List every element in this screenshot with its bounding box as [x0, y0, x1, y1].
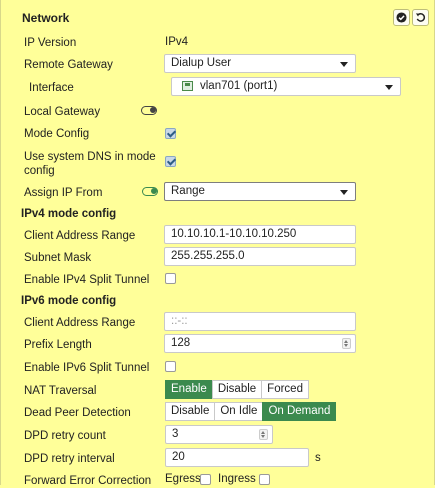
ipv4-split-tunnel-checkbox[interactable]	[165, 273, 176, 284]
dpd-on-idle-option[interactable]: On Idle	[214, 402, 264, 421]
local-gateway-label: Local Gateway	[24, 106, 101, 118]
prefix-length-label: Prefix Length	[24, 339, 92, 351]
assign-ip-from-value: Range	[171, 185, 205, 197]
dead-peer-detection-segmented: Disable On Idle On Demand	[165, 402, 337, 421]
remote-gateway-select[interactable]: Dialup User	[164, 54, 356, 73]
ipv6-split-tunnel-checkbox[interactable]	[165, 361, 176, 372]
dpd-retry-count-label: DPD retry count	[24, 430, 106, 442]
ipv6-section-title: IPv6 mode config	[21, 295, 117, 307]
dpd-disable-option[interactable]: Disable	[165, 402, 216, 421]
ipv4-split-tunnel-label: Enable IPv4 Split Tunnel	[24, 274, 150, 286]
prefix-length-value: 128	[171, 337, 191, 349]
use-system-dns-label-line2: config	[24, 165, 55, 177]
fec-ingress-checkbox[interactable]	[259, 474, 270, 485]
use-system-dns-checkbox[interactable]	[165, 156, 176, 167]
check-circle-icon	[396, 12, 407, 23]
fec-label: Forward Error Correction	[24, 475, 152, 487]
interface-label: Interface	[29, 82, 74, 94]
mode-config-checkbox[interactable]	[165, 128, 176, 139]
subnet-mask-label: Subnet Mask	[24, 252, 92, 264]
remote-gateway-value: Dialup User	[171, 57, 232, 69]
stepper-icon[interactable]	[259, 429, 268, 440]
fec-ingress-label: Ingress	[218, 473, 256, 485]
section-title-network: Network	[22, 11, 70, 25]
ipv6-client-range-label: Client Address Range	[24, 317, 136, 329]
nat-traversal-forced-option[interactable]: Forced	[261, 380, 309, 399]
undo-button[interactable]	[412, 9, 429, 26]
ip-version-label: IP Version	[24, 37, 77, 49]
fec-egress-label: Egress	[165, 473, 201, 485]
nat-traversal-enable-option[interactable]: Enable	[165, 380, 213, 399]
nat-traversal-label: NAT Traversal	[24, 385, 97, 397]
interface-select[interactable]: vlan701 (port1)	[171, 77, 401, 96]
prefix-length-input[interactable]: 128	[164, 334, 356, 353]
assign-ip-from-select[interactable]: Range	[164, 182, 356, 201]
local-gateway-toggle[interactable]	[141, 106, 157, 115]
ip-version-value: IPv4	[165, 36, 189, 48]
undo-icon	[415, 13, 426, 22]
dead-peer-detection-label: Dead Peer Detection	[24, 407, 131, 419]
dpd-retry-interval-input[interactable]: 20	[165, 448, 309, 467]
ipv6-split-tunnel-label: Enable IPv6 Split Tunnel	[24, 362, 150, 374]
interface-value: vlan701 (port1)	[200, 80, 278, 92]
network-panel: Network IP Version IPv4 Remote Gateway D…	[0, 0, 435, 487]
remote-gateway-label: Remote Gateway	[24, 59, 113, 71]
ipv4-section-title: IPv4 mode config	[21, 208, 117, 220]
assign-ip-from-label: Assign IP From	[24, 187, 103, 199]
dpd-retry-interval-unit: s	[315, 452, 321, 464]
dpd-on-demand-option[interactable]: On Demand	[262, 402, 337, 421]
nat-traversal-segmented: Enable Disable Forced	[165, 380, 309, 399]
ipv4-client-range-label: Client Address Range	[24, 230, 136, 242]
network-interface-icon	[182, 81, 193, 91]
chevron-down-icon	[340, 190, 348, 195]
stepper-icon[interactable]	[342, 338, 351, 349]
dpd-retry-interval-label: DPD retry interval	[24, 453, 115, 465]
ipv4-client-range-input[interactable]: 10.10.10.1-10.10.10.250	[164, 225, 356, 244]
subnet-mask-input[interactable]: 255.255.255.0	[164, 247, 356, 266]
use-system-dns-label-line1: Use system DNS in mode	[24, 151, 156, 163]
ipv6-client-range-input[interactable]: ::-::	[164, 312, 356, 331]
assign-ip-from-toggle[interactable]	[142, 187, 158, 196]
nat-traversal-disable-option[interactable]: Disable	[211, 380, 263, 399]
fec-egress-checkbox[interactable]	[200, 474, 211, 485]
dpd-retry-count-value: 3	[172, 428, 179, 440]
ok-check-button[interactable]	[393, 9, 410, 26]
chevron-down-icon	[340, 62, 348, 67]
chevron-down-icon	[385, 85, 393, 90]
mode-config-label: Mode Config	[24, 128, 90, 140]
dpd-retry-count-input[interactable]: 3	[165, 425, 273, 444]
